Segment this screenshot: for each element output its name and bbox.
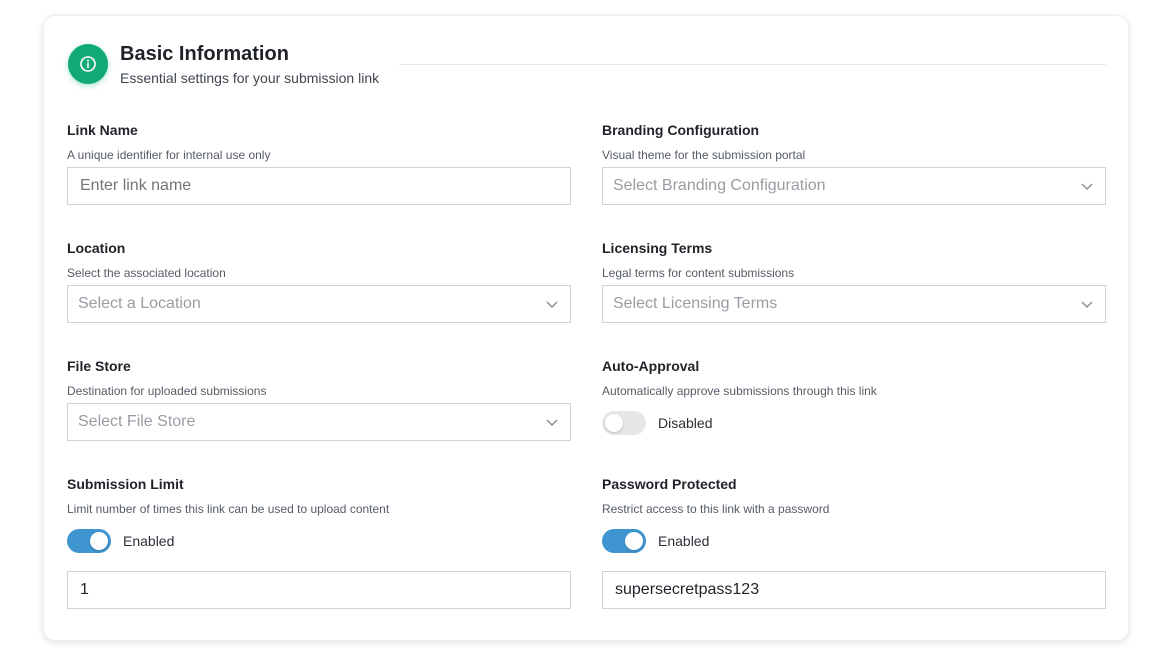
location-label: Location <box>67 240 126 256</box>
password-protected-toggle-row: Enabled <box>602 529 709 553</box>
header-divider <box>399 64 1106 65</box>
submission-limit-toggle[interactable] <box>67 529 111 553</box>
location-select[interactable]: Select a Location <box>67 285 571 323</box>
link-name-input[interactable] <box>67 167 571 205</box>
file-store-select[interactable]: Select File Store <box>67 403 571 441</box>
location-placeholder: Select a Location <box>78 295 201 312</box>
auto-approval-field: Auto-Approval Automatically approve subm… <box>602 357 1106 435</box>
link-name-label: Link Name <box>67 122 138 138</box>
branding-configuration-placeholder: Select Branding Configuration <box>613 177 826 194</box>
submission-limit-input[interactable]: 1 <box>67 571 571 609</box>
branding-configuration-select[interactable]: Select Branding Configuration <box>602 167 1106 205</box>
submission-limit-state: Enabled <box>123 533 175 549</box>
toggle-knob <box>90 532 108 550</box>
toggle-knob <box>625 532 643 550</box>
auto-approval-state: Disabled <box>658 415 713 431</box>
auto-approval-toggle[interactable] <box>602 411 646 435</box>
password-protected-state: Enabled <box>658 533 710 549</box>
licensing-terms-placeholder: Select Licensing Terms <box>613 295 778 312</box>
branding-configuration-label: Branding Configuration <box>602 122 760 138</box>
basic-information-card: Basic Information Essential settings for… <box>43 15 1129 641</box>
password-protected-field: Password Protected Restrict access to th… <box>602 475 1106 609</box>
submission-limit-toggle-row: Enabled <box>67 529 174 553</box>
file-store-placeholder: Select File Store <box>78 413 196 430</box>
submission-limit-field: Submission Limit Limit number of times t… <box>67 475 571 609</box>
licensing-terms-select[interactable]: Select Licensing Terms <box>602 285 1106 323</box>
chevron-down-icon <box>1079 296 1095 312</box>
section-subtitle: Essential settings for your submission l… <box>120 70 380 86</box>
info-icon <box>68 44 108 84</box>
licensing-terms-field: Licensing Terms Legal terms for content … <box>602 239 1106 323</box>
location-field: Location Select the associated location … <box>67 239 571 323</box>
link-name-description: A unique identifier for internal use onl… <box>67 148 271 162</box>
chevron-down-icon <box>544 414 560 430</box>
file-store-label: File Store <box>67 358 131 374</box>
branding-configuration-field: Branding Configuration Visual theme for … <box>602 121 1106 205</box>
password-input[interactable]: supersecretpass123 <box>602 571 1106 609</box>
licensing-terms-label: Licensing Terms <box>602 240 713 256</box>
auto-approval-toggle-row: Disabled <box>602 411 712 435</box>
password-protected-toggle[interactable] <box>602 529 646 553</box>
auto-approval-label: Auto-Approval <box>602 358 700 374</box>
password-protected-description: Restrict access to this link with a pass… <box>602 502 830 516</box>
password-protected-label: Password Protected <box>602 476 737 492</box>
chevron-down-icon <box>1079 178 1095 194</box>
submission-limit-label: Submission Limit <box>67 476 184 492</box>
toggle-knob <box>605 414 623 432</box>
chevron-down-icon <box>544 296 560 312</box>
file-store-field: File Store Destination for uploaded subm… <box>67 357 571 441</box>
licensing-terms-description: Legal terms for content submissions <box>602 266 795 280</box>
link-name-field: Link Name A unique identifier for intern… <box>67 121 571 205</box>
location-description: Select the associated location <box>67 266 226 280</box>
auto-approval-description: Automatically approve submissions throug… <box>602 384 877 398</box>
section-title: Basic Information <box>120 43 289 65</box>
file-store-description: Destination for uploaded submissions <box>67 384 267 398</box>
submission-limit-description: Limit number of times this link can be u… <box>67 502 390 516</box>
branding-configuration-description: Visual theme for the submission portal <box>602 148 806 162</box>
